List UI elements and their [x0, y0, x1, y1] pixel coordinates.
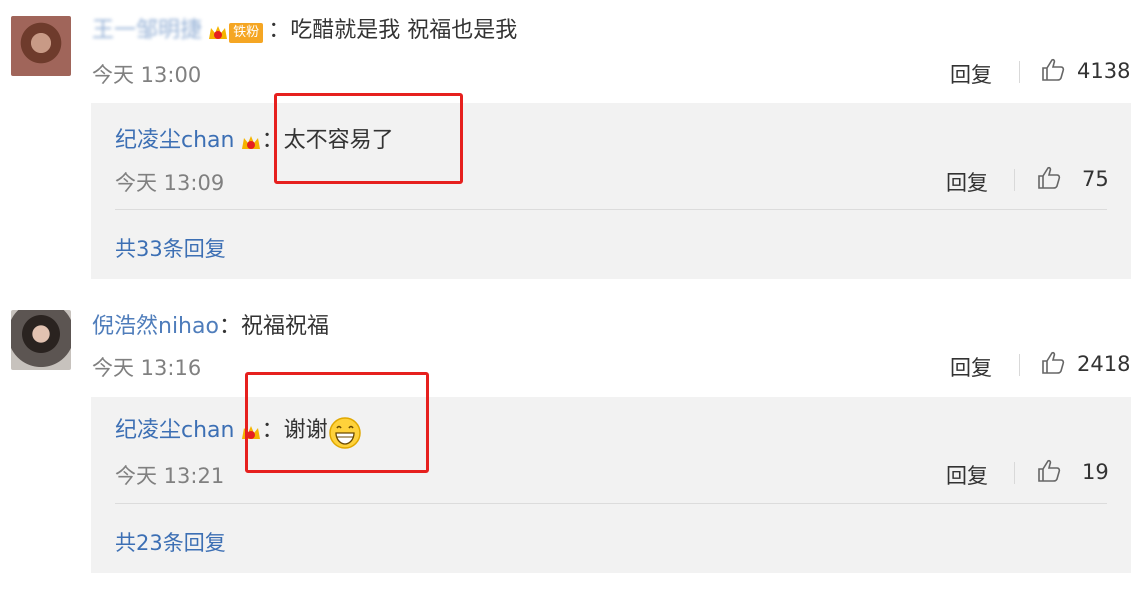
thumbs-up-icon[interactable]: [1040, 350, 1066, 376]
divider: [115, 503, 1107, 504]
divider: [1019, 61, 1020, 83]
comment-username[interactable]: 王一邹明捷: [92, 18, 202, 43]
avatar[interactable]: [11, 16, 71, 76]
reply-button[interactable]: 回复: [950, 59, 992, 89]
reply-button[interactable]: 回复: [946, 167, 988, 197]
more-replies-link[interactable]: 共33条回复: [115, 233, 226, 263]
like-count: 2418: [1077, 352, 1131, 376]
comment-header: 王一邹明捷 铁粉 ：吃醋就是我 祝福也是我: [92, 12, 517, 44]
crown-icon: [207, 23, 229, 43]
comment-separator: ：: [218, 314, 241, 339]
highlight-box: [274, 93, 463, 184]
more-replies-link[interactable]: 共23条回复: [115, 527, 226, 557]
highlight-box: [245, 372, 429, 473]
reply-button[interactable]: 回复: [950, 352, 992, 382]
like-count: 75: [1082, 167, 1109, 191]
reply-time: 今天 13:21: [115, 464, 225, 488]
divider: [1019, 354, 1020, 376]
divider: [1014, 169, 1015, 191]
like-count: 4138: [1077, 59, 1131, 83]
comment-separator: ：: [268, 18, 291, 43]
comment-text: 祝福祝福: [240, 314, 329, 339]
fan-badge: 铁粉: [229, 22, 264, 43]
comment-text: 吃醋就是我 祝福也是我: [290, 18, 518, 43]
reply-username[interactable]: 纪凌尘chan: [115, 128, 234, 153]
divider: [1014, 462, 1015, 484]
comment-header: 倪浩然nihao：祝福祝福: [92, 308, 329, 340]
thumbs-up-icon[interactable]: [1036, 165, 1062, 191]
reply-username[interactable]: 纪凌尘chan: [115, 418, 234, 443]
like-count: 19: [1082, 460, 1109, 484]
comment-time: 今天 13:16: [92, 356, 202, 380]
comment-username[interactable]: 倪浩然nihao: [92, 314, 219, 339]
comment-time: 今天 13:00: [92, 63, 202, 87]
reply-button[interactable]: 回复: [946, 460, 988, 490]
reply-time: 今天 13:09: [115, 171, 225, 195]
crown-icon: [240, 133, 262, 153]
thumbs-up-icon[interactable]: [1040, 57, 1066, 83]
thumbs-up-icon[interactable]: [1036, 458, 1062, 484]
avatar[interactable]: [11, 310, 71, 370]
divider: [115, 209, 1107, 210]
